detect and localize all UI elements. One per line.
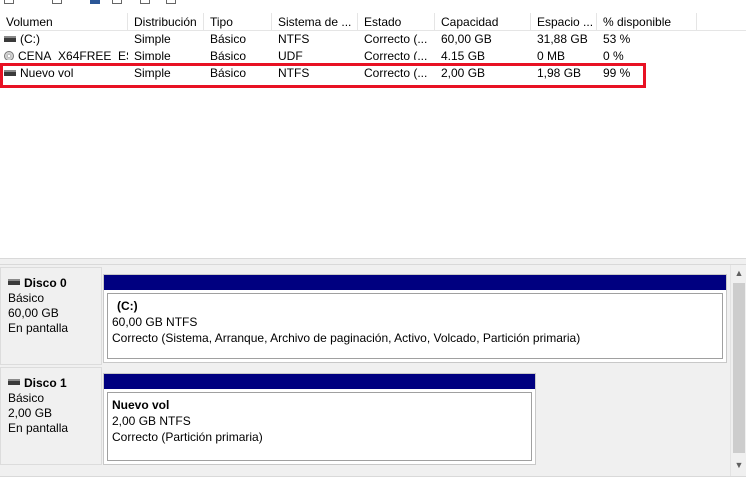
scroll-up-icon[interactable]: ▲ xyxy=(731,265,746,281)
partition-size-fs: 2,00 GB NTFS xyxy=(112,414,191,428)
volume-name: (C:) xyxy=(20,32,40,46)
scrollbar-thumb[interactable] xyxy=(733,283,745,453)
column-header-row: Volumen Distribución Tipo Sistema de ...… xyxy=(0,13,746,31)
back-icon[interactable] xyxy=(4,0,14,4)
partition-size-fs: 60,00 GB NTFS xyxy=(112,315,198,329)
volume-free-space: 0 MB xyxy=(537,49,566,60)
selection-highlight-box xyxy=(0,63,646,88)
volume-capacity: 60,00 GB xyxy=(441,32,492,46)
volume-name: CENA_X64FREE_ES... xyxy=(18,49,128,60)
volume-status: Correcto (... xyxy=(364,32,428,46)
volume-type: Básico xyxy=(210,49,247,60)
disk-name: Disco 0 xyxy=(24,276,67,290)
help-icon[interactable] xyxy=(90,0,100,4)
volume-layout: Simple xyxy=(134,32,171,46)
partition-status: Correcto (Sistema, Arranque, Archivo de … xyxy=(112,331,581,345)
column-header-free-space[interactable]: Espacio ... xyxy=(531,13,597,31)
partition-name: (C:) xyxy=(117,299,138,313)
partition-name: Nuevo vol xyxy=(112,398,170,412)
cd-icon xyxy=(4,50,14,60)
volume-icon xyxy=(4,35,16,42)
column-header-capacity[interactable]: Capacidad xyxy=(435,13,531,31)
column-header-volume[interactable]: Volumen xyxy=(0,13,128,31)
toolbar xyxy=(0,0,746,10)
volume-layout: Simple xyxy=(134,49,171,60)
volume-list: Volumen Distribución Tipo Sistema de ...… xyxy=(0,10,746,258)
vertical-scrollbar[interactable]: ▲ ▼ xyxy=(730,265,746,477)
disk-size: 2,00 GB xyxy=(8,406,53,420)
scroll-down-icon[interactable]: ▼ xyxy=(731,457,746,473)
partition-color-bar xyxy=(104,374,535,389)
volume-capacity: 4,15 GB xyxy=(441,49,486,60)
column-header-layout[interactable]: Distribución xyxy=(128,13,204,31)
partition-status: Correcto (Partición primaria) xyxy=(112,430,263,444)
disk-state: En pantalla xyxy=(8,421,69,435)
properties-icon[interactable] xyxy=(52,0,62,4)
pane-splitter[interactable] xyxy=(0,258,746,265)
view-icon[interactable] xyxy=(112,0,122,4)
status-bar xyxy=(0,476,746,483)
partition-color-bar xyxy=(104,275,726,290)
partition-details: (C:) 60,00 GB NTFS Correcto (Sistema, Ar… xyxy=(107,293,723,359)
volume-free-space: 31,88 GB xyxy=(537,32,588,46)
column-header-type[interactable]: Tipo xyxy=(204,13,272,31)
disk-type: Básico xyxy=(8,291,45,305)
disk-state: En pantalla xyxy=(8,321,69,335)
disk-type: Básico xyxy=(8,391,45,405)
disk-pane: Disco 0 Básico 60,00 GB En pantalla (C:)… xyxy=(0,265,746,483)
volume-percent-free: 53 % xyxy=(603,32,631,46)
volume-status: Correcto (... xyxy=(364,49,428,60)
volume-row[interactable]: (C:) Simple Básico NTFS Correcto (... 60… xyxy=(0,31,746,48)
partition-details: Nuevo vol 2,00 GB NTFS Correcto (Partici… xyxy=(107,392,532,461)
settings-icon[interactable] xyxy=(166,0,176,4)
volume-filesystem: UDF xyxy=(278,49,303,60)
volume-percent-free: 0 % xyxy=(603,49,624,60)
partition-block[interactable]: (C:) 60,00 GB NTFS Correcto (Sistema, Ar… xyxy=(103,274,727,363)
disk-icon xyxy=(8,379,20,386)
disk-name: Disco 1 xyxy=(24,376,67,390)
column-header-status[interactable]: Estado xyxy=(358,13,435,31)
partition-block[interactable]: Nuevo vol 2,00 GB NTFS Correcto (Partici… xyxy=(103,373,536,465)
disk-icon xyxy=(8,279,20,286)
column-header-filesystem[interactable]: Sistema de ... xyxy=(272,13,358,31)
disk-label[interactable]: Disco 0 Básico 60,00 GB En pantalla xyxy=(0,267,102,365)
disk-size: 60,00 GB xyxy=(8,306,59,320)
action-icon[interactable] xyxy=(140,0,150,4)
disk-label[interactable]: Disco 1 Básico 2,00 GB En pantalla xyxy=(0,367,102,465)
column-header-percent-free[interactable]: % disponible xyxy=(597,13,697,31)
volume-filesystem: NTFS xyxy=(278,32,310,46)
volume-type: Básico xyxy=(210,32,247,46)
volume-row[interactable]: CENA_X64FREE_ES... Simple Básico UDF Cor… xyxy=(0,48,746,60)
